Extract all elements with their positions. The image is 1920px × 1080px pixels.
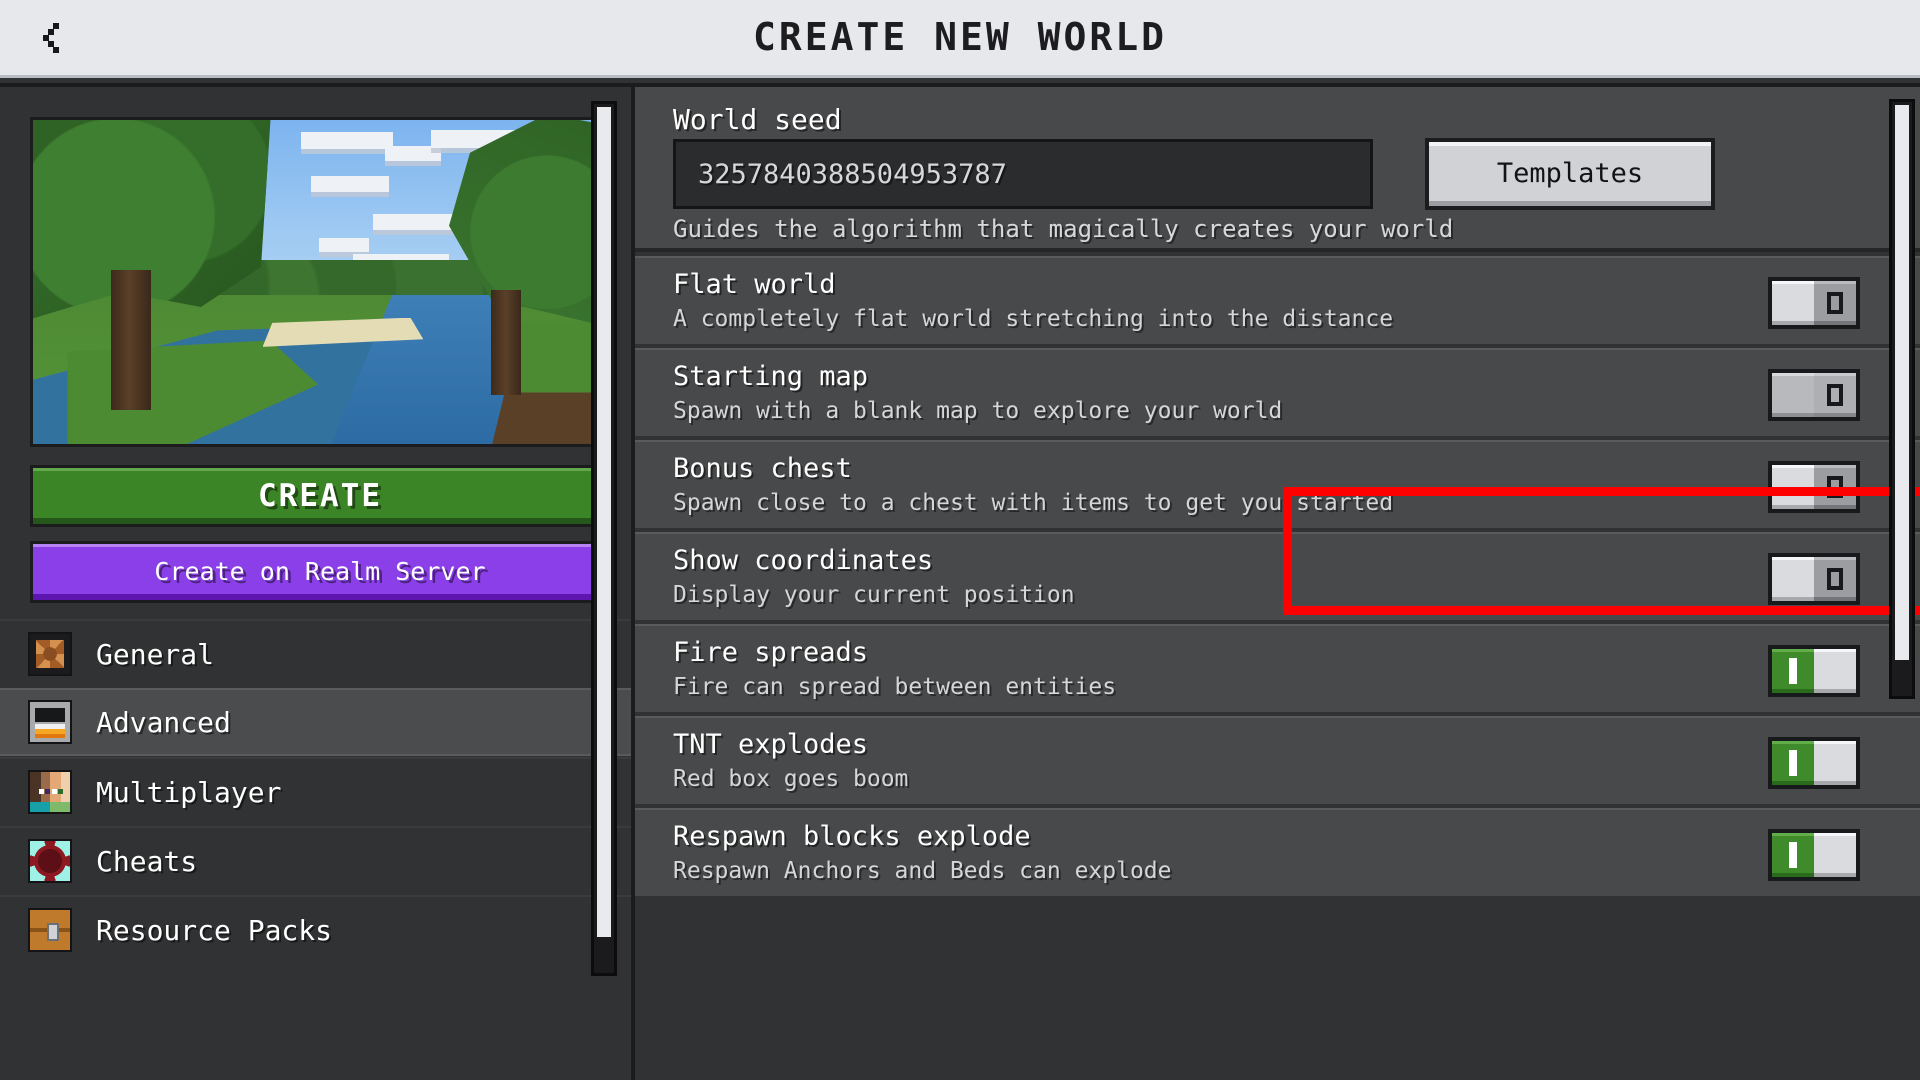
sunflower-icon (28, 632, 72, 676)
toggle-knob (1772, 557, 1814, 601)
setting-title: TNT explodes (673, 729, 869, 760)
create-on-realm-server-button[interactable]: Create on Realm Server (30, 541, 610, 603)
setting-row-show-coordinates[interactable]: Show coordinates Display your current pos… (635, 532, 1920, 624)
toggle-on-slot (1772, 833, 1814, 877)
toggle-switch-off[interactable] (1768, 553, 1860, 605)
toggle-off-glyph-icon (1827, 292, 1843, 314)
setting-description: A completely flat world stretching into … (673, 306, 1394, 332)
setting-description: Red box goes boom (673, 766, 909, 792)
world-preview-image (30, 117, 610, 447)
setting-title: Show coordinates (673, 545, 934, 576)
preview-tree-right-trunk (491, 290, 521, 395)
toggle-off-glyph-icon (1827, 476, 1843, 498)
setting-title: Flat world (673, 269, 836, 300)
page-title: CREATE NEW WORLD (752, 15, 1168, 59)
setting-title: Bonus chest (673, 453, 852, 484)
cloud (373, 214, 461, 230)
sidebar-item-advanced[interactable]: Advanced (0, 688, 631, 756)
create-button[interactable]: CREATE (30, 465, 610, 527)
toggle-off-slot (1814, 557, 1856, 601)
cloud (319, 238, 369, 252)
toggle-on-glyph-icon (1789, 842, 1797, 868)
toggle-switch-on[interactable] (1768, 829, 1860, 881)
toggle-knob (1814, 741, 1856, 785)
toggle-knob (1772, 281, 1814, 325)
setting-row-flat-world[interactable]: Flat world A completely flat world stretc… (635, 256, 1920, 348)
setting-description: Fire can spread between entities (673, 674, 1117, 700)
toggle-knob (1772, 373, 1814, 417)
toggle-switch-off[interactable] (1768, 461, 1860, 513)
setting-description: Display your current position (673, 582, 1075, 608)
toggle-switch-on[interactable] (1768, 737, 1860, 789)
settings-panel: World seed Guides the algorithm that mag… (635, 83, 1920, 1080)
sidebar-item-label: Advanced (96, 705, 231, 739)
setting-row-bonus-chest[interactable]: Bonus chest Spawn close to a chest with i… (635, 440, 1920, 532)
toggle-switch-on[interactable] (1768, 645, 1860, 697)
toggle-switch-off[interactable] (1768, 277, 1860, 329)
world-seed-label: World seed (673, 103, 842, 136)
cloud (311, 176, 389, 192)
toggle-off-slot (1814, 373, 1856, 417)
templates-button[interactable]: Templates (1425, 138, 1715, 210)
toggle-on-slot (1772, 741, 1814, 785)
sidebar-item-label: Cheats (96, 844, 198, 878)
toggle-off-glyph-icon (1827, 384, 1843, 406)
sidebar-item-label: General (96, 637, 215, 671)
setting-title: Fire spreads (673, 637, 869, 668)
toggle-switch-off[interactable] (1768, 369, 1860, 421)
preview-tree-left-trunk (111, 270, 151, 410)
setting-title: Starting map (673, 361, 869, 392)
main-content: CREATE Create on Realm Server General Adv… (0, 78, 1920, 1080)
world-seed-section: World seed Guides the algorithm that mag… (635, 87, 1920, 252)
two-players-icon (28, 770, 72, 814)
toggle-on-glyph-icon (1789, 750, 1797, 776)
beacon-icon (28, 839, 72, 883)
sidebar-item-label: Resource Packs (96, 913, 333, 947)
setting-description: Spawn with a blank map to explore your w… (673, 398, 1283, 424)
setting-description: Respawn Anchors and Beds can explode (673, 858, 1172, 884)
world-seed-hint: Guides the algorithm that magically crea… (673, 215, 1454, 243)
sidebar-item-resource-packs[interactable]: Resource Packs (0, 895, 631, 963)
setting-row-fire-spreads[interactable]: Fire spreads Fire can spread between enti… (635, 624, 1920, 716)
app-header: CREATE NEW WORLD (0, 0, 1920, 78)
left-sidebar-panel: CREATE Create on Realm Server General Adv… (0, 83, 635, 1080)
toggle-knob (1772, 465, 1814, 509)
setting-title: Respawn blocks explode (673, 821, 1031, 852)
sidebar-item-general[interactable]: General (0, 619, 631, 687)
sidebar-item-cheats[interactable]: Cheats (0, 826, 631, 894)
toggle-on-glyph-icon (1789, 658, 1797, 684)
toggle-off-slot (1814, 465, 1856, 509)
toggle-knob (1814, 649, 1856, 693)
settings-panel-scrollbar-thumb[interactable] (1895, 105, 1909, 660)
setting-row-respawn-blocks-explode[interactable]: Respawn blocks explode Respawn Anchors an… (635, 808, 1920, 900)
setting-description: Spawn close to a chest with items to get… (673, 490, 1394, 516)
setting-row-tnt-explodes[interactable]: TNT explodes Red box goes boom (635, 716, 1920, 808)
sidebar-item-label: Multiplayer (96, 775, 282, 809)
left-panel-scrollbar-thumb[interactable] (597, 107, 611, 937)
cloud (301, 132, 393, 149)
furnace-icon (28, 700, 72, 744)
world-seed-input[interactable] (673, 139, 1373, 209)
toggle-knob (1814, 833, 1856, 877)
cloud (385, 146, 441, 161)
left-panel-scrollbar[interactable] (591, 101, 617, 976)
sidebar-item-multiplayer[interactable]: Multiplayer (0, 757, 631, 825)
toggle-off-glyph-icon (1827, 568, 1843, 590)
setting-row-starting-map[interactable]: Starting map Spawn with a blank map to ex… (635, 348, 1920, 440)
toggle-on-slot (1772, 649, 1814, 693)
settings-panel-scrollbar[interactable] (1889, 99, 1915, 699)
chest-icon (28, 908, 72, 952)
toggle-off-slot (1814, 281, 1856, 325)
